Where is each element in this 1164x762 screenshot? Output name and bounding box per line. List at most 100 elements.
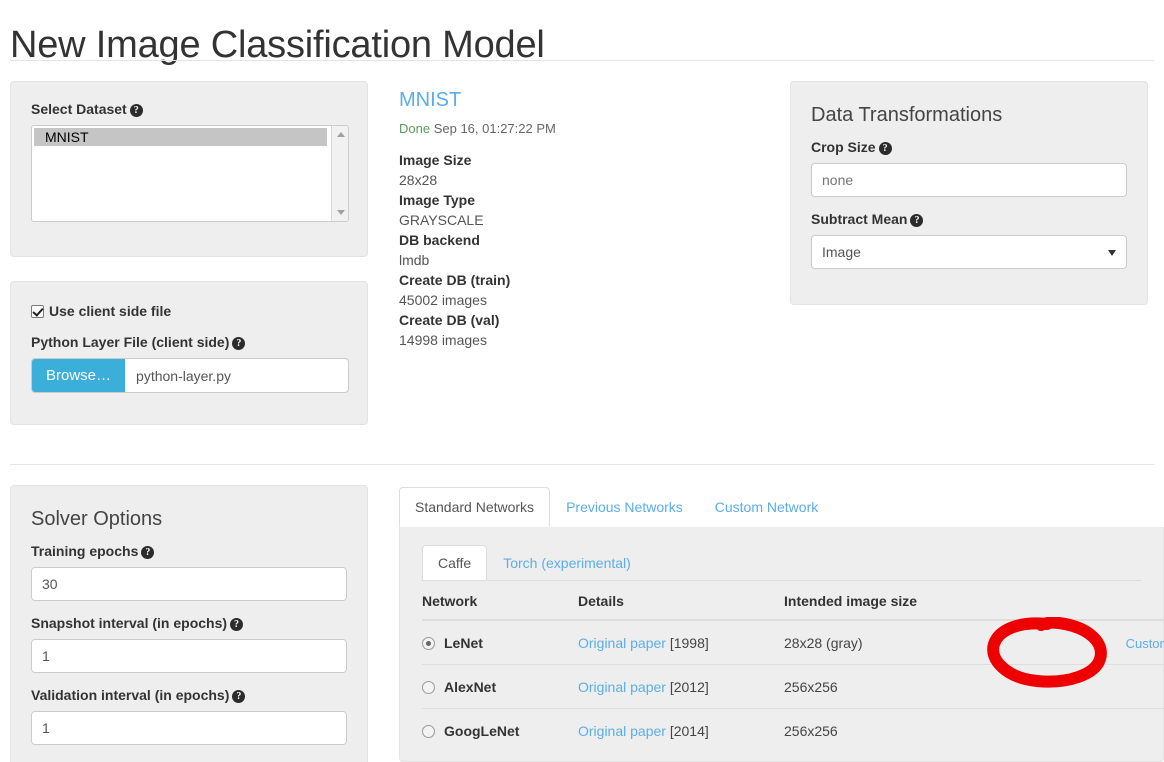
dataset-info: MNIST Done Sep 16, 01:27:22 PM Image Siz… [399, 88, 769, 350]
scroll-up-arrow-icon[interactable] [332, 126, 348, 143]
dataset-name-link[interactable]: MNIST [399, 88, 769, 112]
training-epochs-label: Training epochs? [31, 542, 347, 560]
question-mark-icon[interactable]: ? [232, 337, 246, 350]
attr-value: 28x28 [399, 172, 438, 188]
network-name: LeNet [444, 635, 483, 651]
image-size-cell: 28x28 (gray) [784, 635, 863, 651]
network-radio-alexnet[interactable] [422, 680, 435, 694]
data-transformations-heading: Data Transformations [811, 104, 1003, 126]
page-root: New Image Classification Model Select Da… [0, 0, 1164, 762]
attr-value: lmdb [399, 252, 430, 268]
image-size-cell: 256x256 [784, 664, 1014, 709]
network-cell[interactable]: AlexNet [422, 664, 578, 709]
subtab-torch[interactable]: Torch (experimental) [487, 545, 647, 581]
network-radio-lenet[interactable] [422, 636, 435, 650]
python-layer-file-input[interactable]: Browse… python-layer.py [31, 358, 349, 393]
customize-cell [1014, 708, 1164, 752]
table-row[interactable]: AlexNet Original paper [2012] 256x256 [422, 664, 1164, 709]
standard-networks-panel: Caffe Torch (experimental) Network Detai… [399, 527, 1164, 762]
use-client-side-file-label: Use client side file [49, 303, 172, 319]
dataset-attributes: Image Size 28x28 Image Type GRAYSCALE DB… [399, 150, 769, 350]
image-size-cell: 256x256 [784, 708, 1014, 752]
page-title: New Image Classification Model [10, 24, 545, 67]
attr-key: Image Type [399, 192, 475, 208]
tab-custom-network[interactable]: Custom Network [699, 487, 834, 527]
attr-value: GRAYSCALE [399, 212, 484, 228]
network-name: AlexNet [444, 679, 497, 695]
customize-link[interactable]: Customize [1126, 636, 1164, 651]
crop-size-input[interactable] [811, 163, 1127, 197]
table-header-row: Network Details Intended image size [422, 581, 1164, 621]
question-mark-icon[interactable]: ? [230, 618, 244, 631]
tab-standard-networks[interactable]: Standard Networks [399, 487, 551, 527]
training-epochs-input[interactable] [31, 567, 347, 601]
attr-value: 14998 images [399, 332, 487, 348]
attr-value: 45002 images [399, 292, 487, 308]
paper-year: [2012] [669, 679, 709, 695]
question-mark-icon[interactable]: ? [878, 142, 892, 155]
validation-interval-input[interactable] [31, 711, 347, 745]
validation-interval-label: Validation interval (in epochs)? [31, 686, 347, 704]
subtab-caffe[interactable]: Caffe [422, 545, 488, 581]
original-paper-link[interactable]: Original paper [578, 635, 666, 651]
paper-year: [2014] [669, 723, 709, 739]
attr-key: DB backend [399, 232, 480, 248]
paper-year: [1998] [669, 635, 709, 651]
chevron-down-icon [1108, 250, 1116, 256]
use-client-side-file-row[interactable]: Use client side file [31, 303, 347, 319]
column-header-details: Details [578, 581, 784, 621]
listbox-option-mnist[interactable]: MNIST [34, 128, 327, 146]
snapshot-interval-input[interactable] [31, 639, 347, 673]
attr-key: Image Size [399, 152, 472, 168]
subtract-mean-label: Subtract Mean? [811, 210, 1127, 228]
selected-file-name: python-layer.py [136, 367, 231, 384]
network-tabs: Standard Networks Previous Networks Cust… [399, 487, 1164, 527]
customize-cell [1014, 664, 1164, 709]
original-paper-link[interactable]: Original paper [578, 679, 666, 695]
network-radio-googlenet[interactable] [422, 724, 435, 738]
customize-cell: Customize [1014, 620, 1164, 665]
select-dataset-label: Select Dataset? [31, 100, 347, 118]
header-divider [10, 60, 1154, 61]
crop-size-label: Crop Size? [811, 138, 1127, 156]
solver-options-heading: Solver Options [31, 508, 163, 530]
details-cell: Original paper [2012] [578, 664, 784, 709]
table-row[interactable]: GoogLeNet Original paper [2014] 256x256 [422, 708, 1164, 752]
attr-key: Create DB (train) [399, 272, 511, 288]
column-header-network: Network [422, 581, 578, 621]
data-transformations-panel: Data Transformations Crop Size? Subtract… [790, 81, 1148, 305]
details-cell: Original paper [1998] [578, 620, 784, 665]
status-badge: Done [399, 121, 431, 136]
framework-subtabs: Caffe Torch (experimental) [422, 545, 1141, 581]
section-divider [10, 464, 1154, 465]
original-paper-link[interactable]: Original paper [578, 723, 666, 739]
network-selection-section: Standard Networks Previous Networks Cust… [399, 487, 1164, 762]
dataset-timestamp: Sep 16, 01:27:22 PM [433, 121, 556, 136]
question-mark-icon[interactable]: ? [910, 214, 924, 227]
snapshot-interval-label: Snapshot interval (in epochs)? [31, 614, 347, 632]
column-header-actions [1014, 581, 1164, 621]
question-mark-icon[interactable]: ? [129, 104, 143, 117]
details-cell: Original paper [2014] [578, 708, 784, 752]
dataset-status: Done Sep 16, 01:27:22 PM [399, 121, 769, 137]
question-mark-icon[interactable]: ? [232, 690, 246, 703]
python-layer-file-label: Python Layer File (client side)? [31, 333, 347, 351]
subtract-mean-value[interactable]: Image [811, 235, 1127, 269]
client-side-file-panel: Use client side file Python Layer File (… [10, 281, 368, 425]
browse-button[interactable]: Browse… [32, 359, 126, 392]
subtract-mean-select[interactable]: Image [811, 235, 1127, 269]
tab-previous-networks[interactable]: Previous Networks [550, 487, 699, 527]
network-name: GoogLeNet [444, 723, 520, 739]
attr-key: Create DB (val) [399, 312, 500, 328]
networks-table: Network Details Intended image size LeNe… [422, 581, 1164, 752]
question-mark-icon[interactable]: ? [141, 546, 155, 559]
scroll-down-arrow-icon[interactable] [332, 204, 348, 221]
listbox-scrollbar[interactable] [331, 126, 348, 221]
dataset-listbox[interactable]: MNIST [31, 125, 349, 222]
select-dataset-panel: Select Dataset? MNIST [10, 81, 368, 257]
table-row[interactable]: LeNet Original paper [1998] 28x28 (gray)… [422, 620, 1164, 665]
network-cell[interactable]: GoogLeNet [422, 708, 578, 752]
use-client-side-file-checkbox[interactable] [31, 304, 44, 318]
network-cell[interactable]: LeNet [422, 620, 578, 665]
column-header-image-size: Intended image size [784, 581, 1014, 621]
